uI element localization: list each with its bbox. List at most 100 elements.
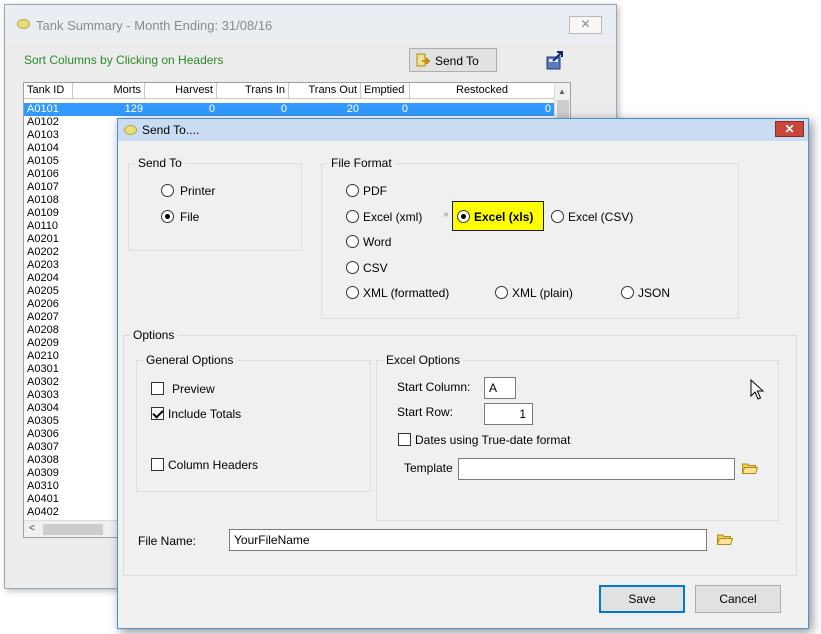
cell-tank-id: A0302 <box>27 376 59 388</box>
options-group-title: Options <box>130 328 178 342</box>
include-totals-checkbox[interactable] <box>151 407 164 420</box>
excel-options-group: Excel Options Start Column: A Start Row:… <box>376 353 779 521</box>
scroll-left-icon[interactable]: < <box>29 523 35 534</box>
send-to-dialog: Send To.... ✕ Send To Printer File File … <box>117 118 809 629</box>
cell-tank-id: A0304 <box>27 402 59 414</box>
cell-tank-id: A0207 <box>27 311 59 323</box>
cell-tank-id: A0204 <box>27 272 59 284</box>
cell-tank-id: A0306 <box>27 428 59 440</box>
cell-tank-id: A0108 <box>27 194 59 206</box>
preview-label[interactable]: Preview <box>172 382 215 396</box>
cell-tank-id: A0301 <box>27 363 59 375</box>
json-radio[interactable] <box>621 286 634 299</box>
excel-xml-label[interactable]: Excel (xml) <box>363 210 422 224</box>
arrow-marker: » <box>443 209 449 220</box>
file-name-label: File Name: <box>138 534 197 548</box>
table-row[interactable]: A0101 129 0 0 20 0 0 <box>24 103 555 116</box>
save-button[interactable]: Save <box>599 585 685 613</box>
file-label[interactable]: File <box>180 210 199 224</box>
csv-radio[interactable] <box>346 261 359 274</box>
file-format-group: File Format PDF Excel (xml) » Excel (xls… <box>321 156 739 319</box>
column-header-trans-out[interactable]: Trans Out <box>289 83 361 99</box>
include-totals-label[interactable]: Include Totals <box>168 407 241 421</box>
csv-label[interactable]: CSV <box>363 261 388 275</box>
cell-tank-id: A0101 <box>27 103 59 115</box>
cell-tank-id: A0202 <box>27 246 59 258</box>
app-icon <box>17 19 30 29</box>
xml-plain-label[interactable]: XML (plain) <box>512 286 573 300</box>
template-label: Template <box>404 461 453 475</box>
cell-trans-in: 0 <box>280 103 287 115</box>
export-icon[interactable] <box>544 49 566 71</box>
true-date-label[interactable]: Dates using True-date format <box>415 433 570 447</box>
excel-csv-label[interactable]: Excel (CSV) <box>568 210 633 224</box>
cell-tank-id: A0305 <box>27 415 59 427</box>
scroll-up-icon[interactable]: ▲ <box>558 87 566 96</box>
sort-hint: Sort Columns by Clicking on Headers <box>24 53 224 67</box>
dialog-close-button[interactable]: ✕ <box>775 121 804 137</box>
column-header-restocked[interactable]: Restocked <box>410 83 555 99</box>
cell-tank-id: A0105 <box>27 155 59 167</box>
tank-summary-close-button[interactable]: ✕ <box>569 16 602 34</box>
cell-tank-id: A0106 <box>27 168 59 180</box>
tank-summary-title: Tank Summary - Month Ending: 31/08/16 <box>36 18 273 33</box>
pdf-label[interactable]: PDF <box>363 184 387 198</box>
cell-tank-id: A0110 <box>27 220 58 232</box>
column-headers-label[interactable]: Column Headers <box>168 458 258 472</box>
dialog-title: Send To.... <box>142 123 200 137</box>
start-row-label: Start Row: <box>397 405 454 419</box>
true-date-checkbox[interactable] <box>398 433 411 446</box>
send-to-group: Send To Printer File <box>128 156 302 251</box>
cancel-button[interactable]: Cancel <box>695 585 781 613</box>
file-name-input[interactable]: YourFileName <box>229 529 707 551</box>
cell-tank-id: A0203 <box>27 259 59 271</box>
word-label[interactable]: Word <box>363 235 391 249</box>
cell-tank-id: A0307 <box>27 441 59 453</box>
printer-label[interactable]: Printer <box>180 184 215 198</box>
column-header-harvest[interactable]: Harvest <box>145 83 217 99</box>
cell-tank-id: A0103 <box>27 129 59 141</box>
preview-checkbox[interactable] <box>151 382 164 395</box>
grid-header: Tank ID Morts Harvest Trans In Trans Out… <box>24 83 555 99</box>
template-folder-icon[interactable] <box>742 462 758 474</box>
cell-tank-id: A0104 <box>27 142 59 154</box>
excel-csv-radio[interactable] <box>551 210 564 223</box>
xml-plain-radio[interactable] <box>495 286 508 299</box>
json-label[interactable]: JSON <box>638 286 670 300</box>
cell-tank-id: A0109 <box>27 207 59 219</box>
cell-tank-id: A0209 <box>27 337 59 349</box>
send-icon <box>416 53 430 67</box>
xml-formatted-label[interactable]: XML (formatted) <box>363 286 449 300</box>
start-column-label: Start Column: <box>397 380 471 394</box>
file-radio[interactable] <box>161 210 174 223</box>
excel-xls-radio[interactable] <box>457 210 470 223</box>
column-headers-checkbox[interactable] <box>151 458 164 471</box>
pdf-radio[interactable] <box>346 184 359 197</box>
excel-options-title: Excel Options <box>383 353 464 367</box>
options-group: Options General Options Preview Include … <box>123 328 797 576</box>
printer-radio[interactable] <box>161 184 174 197</box>
scroll-thumb[interactable] <box>557 100 569 120</box>
column-header-trans-in[interactable]: Trans In <box>217 83 289 99</box>
cell-morts: 129 <box>124 103 143 115</box>
file-format-group-title: File Format <box>328 156 395 170</box>
cell-tank-id: A0208 <box>27 324 59 336</box>
template-input[interactable] <box>458 458 735 480</box>
cell-tank-id: A0401 <box>27 493 59 505</box>
word-radio[interactable] <box>346 235 359 248</box>
cell-tank-id: A0206 <box>27 298 59 310</box>
cell-tank-id: A0402 <box>27 506 59 518</box>
column-header-morts[interactable]: Morts <box>73 83 145 99</box>
xml-formatted-radio[interactable] <box>346 286 359 299</box>
send-to-button[interactable]: Send To <box>409 48 497 72</box>
column-header-emptied[interactable]: Emptied <box>361 83 410 99</box>
start-column-input[interactable]: A <box>484 377 516 399</box>
cell-tank-id: A0201 <box>27 233 59 245</box>
cell-tank-id: A0310 <box>27 480 59 492</box>
start-row-input[interactable]: 1 <box>484 403 533 425</box>
excel-xml-radio[interactable] <box>346 210 359 223</box>
column-header-tank-id[interactable]: Tank ID <box>24 83 73 99</box>
hscroll-thumb[interactable] <box>43 524 103 535</box>
excel-xls-label[interactable]: Excel (xls) <box>474 210 533 224</box>
file-name-folder-icon[interactable] <box>717 533 733 545</box>
